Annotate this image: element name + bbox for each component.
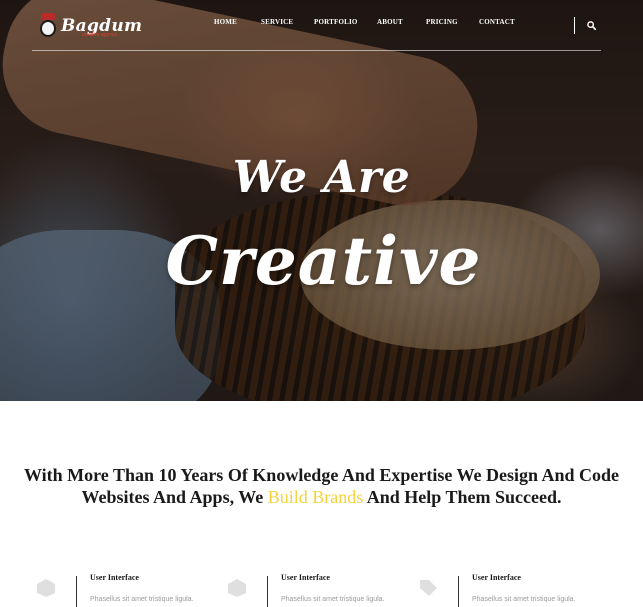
service-description: Phasellus sit amet tristique ligula. <box>472 596 576 603</box>
service-card: User Interface Phasellus sit amet tristi… <box>228 570 437 607</box>
brand-tagline: creative agency <box>82 32 118 38</box>
cube-icon <box>37 579 55 597</box>
service-description: Phasellus sit amet tristique ligula. <box>281 596 385 603</box>
nav-about[interactable]: ABOUT <box>377 18 403 26</box>
service-divider <box>458 576 459 607</box>
service-title: User Interface <box>472 573 521 582</box>
intro-highlight: Build Brands <box>267 487 364 507</box>
intro-text-end: And Help Them Succeed. <box>363 487 562 507</box>
service-divider <box>76 576 77 607</box>
service-divider <box>267 576 268 607</box>
cube-icon <box>228 579 246 597</box>
tag-icon <box>420 580 437 596</box>
service-description: Phasellus sit amet tristique ligula. <box>90 596 194 603</box>
nav-home[interactable]: HOME <box>214 18 237 26</box>
service-title: User Interface <box>90 573 139 582</box>
intro-statement: With More Than 10 Years Of Knowledge And… <box>0 464 643 508</box>
service-title: User Interface <box>281 573 330 582</box>
service-card: User Interface Phasellus sit amet tristi… <box>37 570 246 607</box>
header-rule <box>32 50 601 51</box>
main-nav: HOME SERVICE PORTFOLIO ABOUT PRICING CON… <box>0 18 643 32</box>
nav-service[interactable]: SERVICE <box>261 18 293 26</box>
service-card: User Interface Phasellus sit amet tristi… <box>420 570 628 607</box>
nav-divider <box>574 17 575 34</box>
nav-contact[interactable]: CONTACT <box>479 18 515 26</box>
nav-pricing[interactable]: PRICING <box>426 18 458 26</box>
hero-banner: Bagdum creative agency HOME SERVICE PORT… <box>0 0 643 401</box>
nav-portfolio[interactable]: PORTFOLIO <box>314 18 358 26</box>
search-icon[interactable] <box>587 21 596 30</box>
hero-headline-line1: We Are <box>232 152 411 203</box>
hero-headline-line2: Creative <box>165 222 482 300</box>
